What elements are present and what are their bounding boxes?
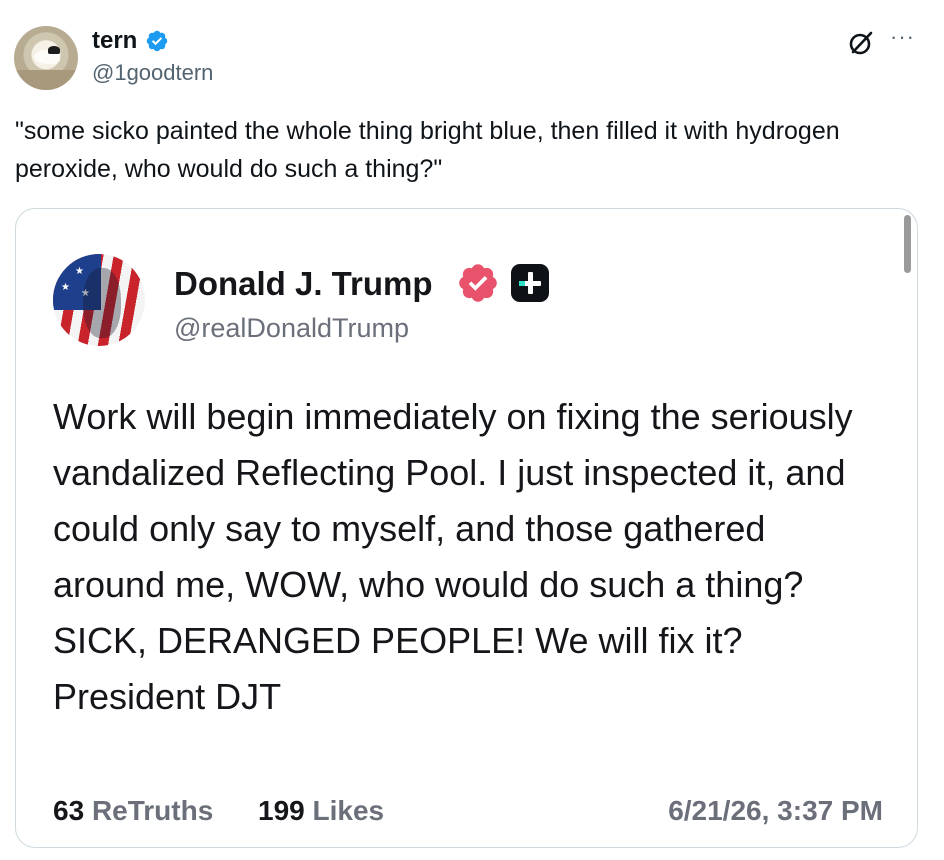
- embedded-post-timestamp[interactable]: 6/21/26, 3:37 PM: [668, 791, 883, 831]
- embedded-post-card[interactable]: ★ ★ ★ ★ Donald J. Trump @realDonaldTrump W…: [15, 208, 918, 848]
- retruths-count: 63: [53, 795, 85, 826]
- author-name[interactable]: tern: [92, 27, 137, 55]
- likes-stat[interactable]: 199 Likes: [258, 791, 384, 831]
- embedded-author-name[interactable]: Donald J. Trump: [174, 264, 433, 304]
- retruths-label: ReTruths: [91, 795, 214, 826]
- truth-plus-icon: [511, 264, 549, 302]
- more-icon[interactable]: ···: [890, 26, 915, 48]
- embedded-post-text: Work will begin immediately on fixing th…: [53, 396, 853, 717]
- author-handle[interactable]: @1goodtern: [92, 60, 213, 86]
- verified-badge-icon: [146, 30, 168, 52]
- scrollbar[interactable]: [904, 215, 911, 273]
- post-text: "some sicko painted the whole thing brig…: [15, 117, 840, 183]
- likes-count: 199: [258, 795, 305, 826]
- grok-icon[interactable]: [846, 28, 876, 58]
- embedded-author-handle[interactable]: @realDonaldTrump: [174, 311, 409, 345]
- likes-label: Likes: [312, 795, 385, 826]
- retruths-stat[interactable]: 63 ReTruths: [53, 791, 213, 831]
- author-avatar[interactable]: [14, 26, 78, 90]
- truth-verified-icon: [459, 264, 497, 302]
- embedded-post-footer: 63 ReTruths 199 Likes 6/21/26, 3:37 PM: [53, 791, 883, 831]
- embedded-author-avatar[interactable]: ★ ★ ★ ★: [53, 254, 145, 346]
